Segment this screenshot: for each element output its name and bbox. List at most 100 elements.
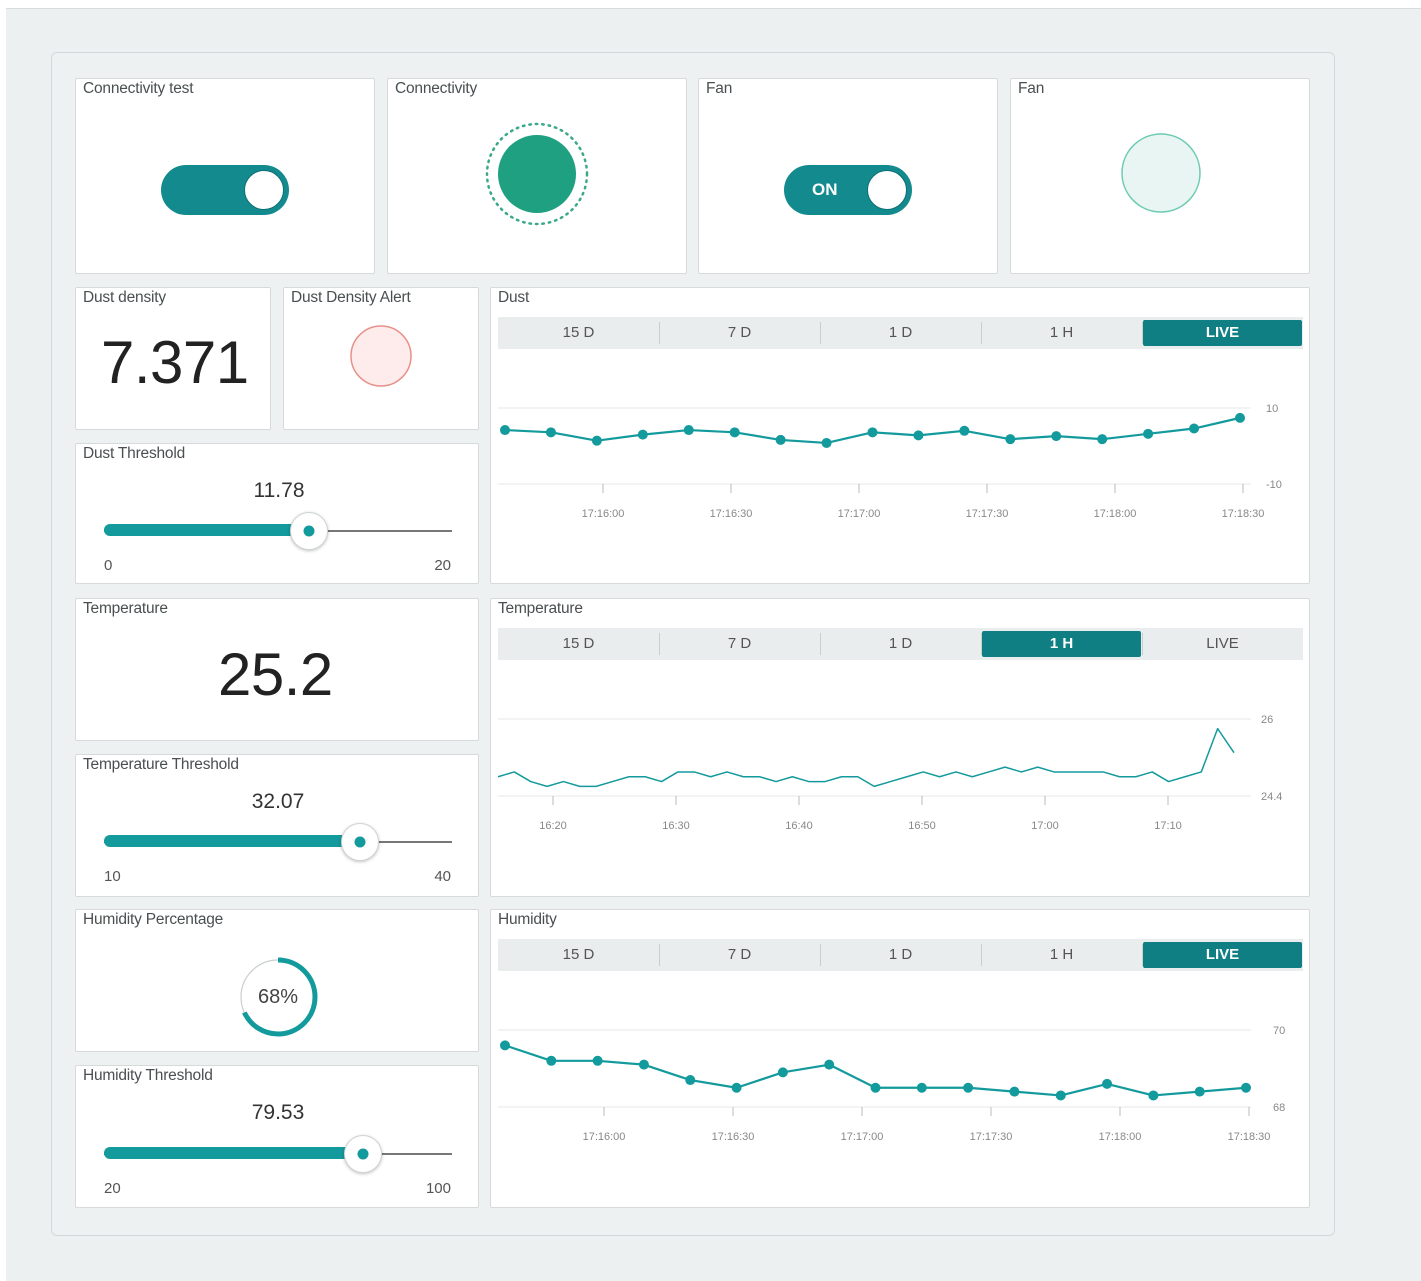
x-tick-label: 16:50 <box>908 820 936 832</box>
connectivity-led <box>485 122 589 226</box>
tab-label: 15 D <box>562 635 595 652</box>
slider-thumb[interactable] <box>341 823 380 861</box>
tab-label: 15 D <box>562 324 595 341</box>
tab-label: 1 H <box>1049 946 1074 963</box>
tab-7d[interactable]: 7 D <box>659 939 820 971</box>
x-tick-label: 17:18:30 <box>1222 508 1265 520</box>
data-point <box>913 430 924 441</box>
data-point <box>1189 423 1200 434</box>
tab-live[interactable]: LIVE <box>1142 939 1303 971</box>
tab-1d[interactable]: 1 D <box>820 628 981 660</box>
data-point <box>963 1082 974 1093</box>
data-point <box>867 427 878 438</box>
tab-1h[interactable]: 1 H <box>981 628 1142 660</box>
slider-thumb[interactable] <box>343 1135 382 1173</box>
x-tick-label: 17:18:30 <box>1228 1131 1271 1143</box>
data-point <box>685 1075 696 1086</box>
slider-max: 40 <box>434 868 451 885</box>
slider-thumb-dot <box>303 525 315 537</box>
tab-label: 7 D <box>727 324 752 341</box>
widget-title: Connectivity <box>395 80 478 97</box>
slider-min: 0 <box>104 557 113 574</box>
fan-switch-widget: Fan ON <box>698 78 998 274</box>
widget-title: Fan <box>706 80 733 97</box>
time-range-tabs: 15 D 7 D 1 D 1 H LIVE <box>498 939 1303 971</box>
tab-15d[interactable]: 15 D <box>498 628 659 660</box>
tab-label: 1 D <box>888 635 913 652</box>
temperature-threshold-widget: Temperature Threshold 32.07 10 40 <box>75 754 479 897</box>
tab-label: LIVE <box>1206 635 1239 652</box>
widget-title: Humidity Percentage <box>83 911 224 928</box>
dust-alert-widget: Dust Density Alert <box>283 287 479 430</box>
connectivity-test-switch[interactable] <box>161 165 289 215</box>
slider-max: 20 <box>434 557 451 574</box>
data-point <box>1055 1090 1066 1101</box>
data-point <box>500 1040 510 1051</box>
time-range-tabs: 15 D 7 D 1 D 1 H LIVE <box>498 317 1303 349</box>
humidity-line-chart: 70 68 17:16:00 17:16:30 17:17:00 17:17:30 17:1… <box>498 1025 1285 1143</box>
widget-title: Dust <box>498 289 530 306</box>
data-point <box>683 425 694 436</box>
fan-switch[interactable]: ON <box>784 165 912 215</box>
dust-alert-led <box>350 325 412 387</box>
y-tick-label: -10 <box>1266 479 1282 491</box>
humidity-threshold-widget: Humidity Threshold 79.53 20 100 <box>75 1065 479 1208</box>
temperature-line-chart: 26 24.4 16:20 16:30 16:40 16:50 17:00 17:10 <box>497 714 1282 832</box>
switch-on-label: ON <box>812 180 838 199</box>
widget-title: Dust Threshold <box>83 445 186 462</box>
slider-max: 100 <box>425 1180 451 1197</box>
tab-1d[interactable]: 1 D <box>820 317 981 349</box>
x-tick-label: 17:18:00 <box>1099 1131 1142 1143</box>
tab-15d[interactable]: 15 D <box>498 317 659 349</box>
connectivity-widget: Connectivity <box>387 78 687 274</box>
data-point <box>1235 412 1245 423</box>
dust-chart-widget: Dust 15 D 7 D 1 D 1 H LIVE 10 -10 17:16:00 17:1… <box>490 287 1310 584</box>
y-tick-label: 10 <box>1266 403 1278 415</box>
x-tick-label: 16:20 <box>539 820 567 832</box>
slider-thumb-dot <box>354 836 366 848</box>
x-tick-label: 16:40 <box>785 820 813 832</box>
widget-title: Dust density <box>83 289 166 306</box>
connectivity-test-widget: Connectivity test <box>75 78 375 274</box>
data-point <box>637 429 648 440</box>
time-range-tabs: 15 D 7 D 1 D 1 H LIVE <box>498 628 1303 660</box>
slider-fill <box>104 1147 363 1159</box>
tab-7d[interactable]: 7 D <box>659 628 820 660</box>
dust-threshold-widget: Dust Threshold 11.78 0 20 <box>75 443 479 584</box>
x-tick-label: 17:17:00 <box>841 1131 884 1143</box>
widget-title: Fan <box>1018 80 1045 97</box>
slider-thumb[interactable] <box>289 512 328 550</box>
tab-1h[interactable]: 1 H <box>981 317 1142 349</box>
data-point <box>638 1059 649 1070</box>
data-point <box>1005 434 1016 445</box>
tab-1h[interactable]: 1 H <box>981 939 1142 971</box>
dust-line-chart: 10 -10 17:16:00 17:16:30 17:17:00 17:17:30 17:… <box>498 403 1282 520</box>
y-tick-label: 68 <box>1273 1102 1285 1114</box>
temperature-chart-widget: Temperature 15 D 7 D 1 D 1 H LIVE 26 24.4 16:2… <box>490 598 1310 897</box>
data-point <box>870 1082 881 1093</box>
fan-led-widget: Fan <box>1010 78 1310 274</box>
slider-min: 20 <box>104 1180 121 1197</box>
slider-thumb-dot <box>357 1148 369 1160</box>
data-point <box>821 437 832 448</box>
tab-live[interactable]: LIVE <box>1142 317 1303 349</box>
tab-label: 7 D <box>727 946 752 963</box>
humidity-percentage-value: 68% <box>257 986 299 1008</box>
x-tick-label: 17:16:00 <box>582 508 625 520</box>
tab-7d[interactable]: 7 D <box>659 317 820 349</box>
switch-knob <box>867 170 907 210</box>
widget-title: Temperature <box>83 600 168 617</box>
widget-title: Temperature <box>498 600 583 617</box>
data-point <box>545 427 556 438</box>
widget-title: Dust Density Alert <box>291 289 411 306</box>
data-point <box>591 435 602 446</box>
tab-label: LIVE <box>1205 324 1240 341</box>
tab-live[interactable]: LIVE <box>1142 628 1303 660</box>
fan-led <box>1121 133 1201 213</box>
tab-1d[interactable]: 1 D <box>820 939 981 971</box>
switch-knob <box>244 170 284 210</box>
tab-15d[interactable]: 15 D <box>498 939 659 971</box>
x-tick-label: 17:00 <box>1031 820 1059 832</box>
x-tick-label: 17:18:00 <box>1094 508 1137 520</box>
tab-label: 1 H <box>1049 635 1074 652</box>
